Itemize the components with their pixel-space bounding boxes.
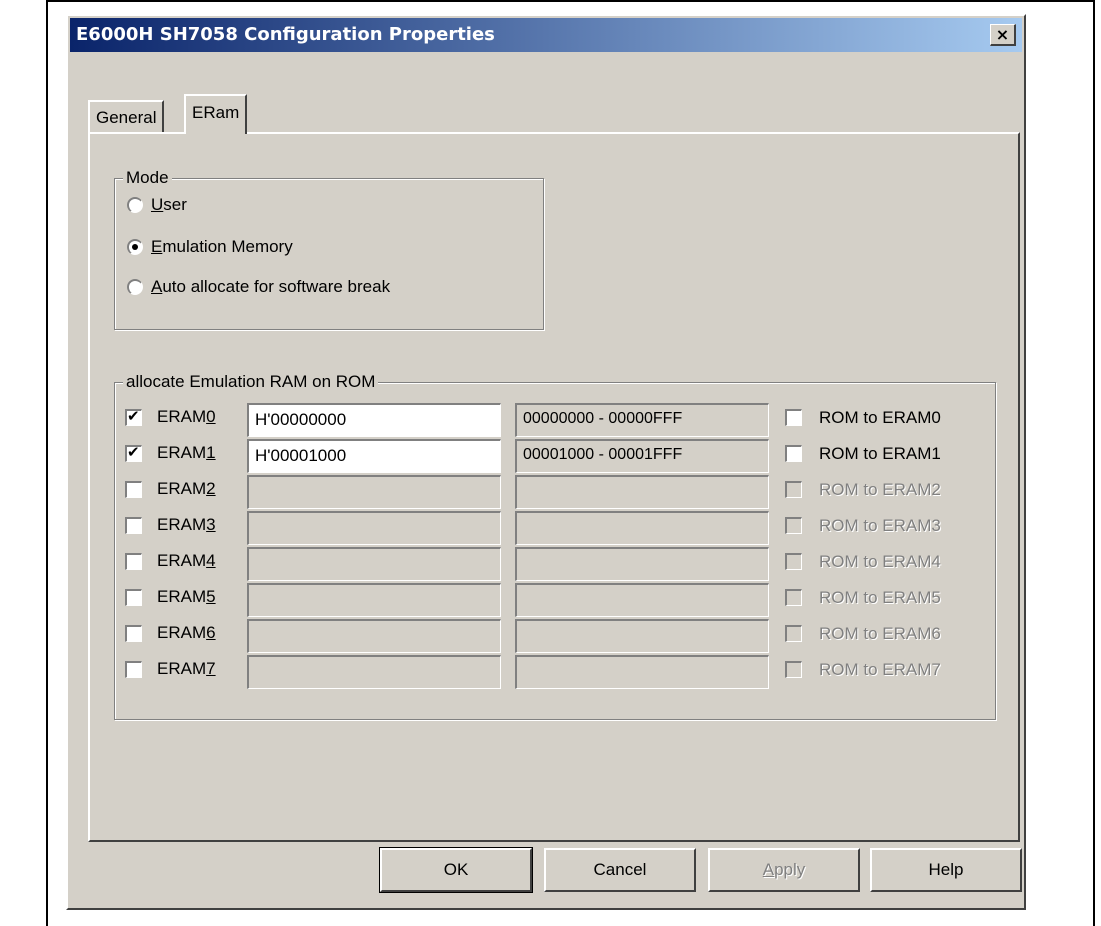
eram0-address-input[interactable]: H'00000000	[247, 403, 501, 437]
radio-emulation-memory-label: Emulation Memory	[151, 237, 293, 256]
ok-button-label: OK	[443, 860, 469, 879]
radio-emulation-memory-button[interactable]	[127, 239, 143, 255]
tab-general-label: General	[96, 108, 157, 127]
radio-auto-allocate[interactable]: Auto allocate for software break	[127, 277, 390, 297]
eram3-range-field	[515, 511, 769, 545]
title-bar: E6000H SH7058 Configuration Properties ×	[70, 18, 1022, 52]
eram-row-3: ERAM3 ROM to ERAM3	[125, 511, 1005, 545]
tab-general[interactable]: General	[88, 100, 165, 132]
eram4-range-field	[515, 547, 769, 581]
eram-row-7: ERAM7 ROM to ERAM7	[125, 655, 1005, 689]
eram5-range-field	[515, 583, 769, 617]
rom-to-eram3-checkbox	[785, 517, 802, 534]
eram5-checkbox[interactable]	[125, 589, 142, 606]
eram-group: allocate Emulation RAM on ROM ERAM0 H'00…	[114, 372, 996, 720]
eram3-label: ERAM3	[157, 515, 216, 534]
radio-auto-allocate-button[interactable]	[127, 279, 143, 295]
eram6-label: ERAM6	[157, 623, 216, 642]
rom-to-eram0-checkbox[interactable]	[785, 409, 802, 426]
rom-to-eram4-checkbox	[785, 553, 802, 570]
eram6-address-input	[247, 619, 501, 653]
eram0-label: ERAM0	[157, 407, 216, 426]
eram2-label: ERAM2	[157, 479, 216, 498]
rom-to-eram6-label: ROM to ERAM6	[819, 624, 941, 643]
eram2-address-input	[247, 475, 501, 509]
eram-tab-panel: Mode User Emulation Memory Auto allocate…	[88, 132, 1020, 842]
tab-eram-label: ERam	[192, 103, 240, 122]
rom-to-eram7-label: ROM to ERAM7	[819, 660, 941, 679]
eram1-checkbox[interactable]	[125, 443, 142, 462]
apply-button-label: Apply	[762, 860, 806, 879]
radio-emulation-memory[interactable]: Emulation Memory	[127, 237, 293, 257]
eram1-range-field: 00001000 - 00001FFF	[515, 439, 769, 473]
eram5-address-input	[247, 583, 501, 617]
eram6-checkbox[interactable]	[125, 625, 142, 642]
rom-to-eram7-checkbox	[785, 661, 802, 678]
radio-user-button[interactable]	[127, 197, 143, 213]
cancel-button[interactable]: Cancel	[544, 848, 696, 892]
rom-to-eram1-checkbox[interactable]	[785, 445, 802, 462]
eram-row-0: ERAM0 H'00000000 00000000 - 00000FFF ROM…	[125, 403, 1005, 437]
eram3-checkbox[interactable]	[125, 517, 142, 534]
eram5-label: ERAM5	[157, 587, 216, 606]
radio-user-label: User	[151, 195, 187, 214]
close-button[interactable]: ×	[990, 24, 1016, 46]
rom-to-eram2-checkbox	[785, 481, 802, 498]
properties-dialog: E6000H SH7058 Configuration Properties ×…	[66, 14, 1026, 910]
mode-group: Mode User Emulation Memory Auto allocate…	[114, 168, 544, 330]
rom-to-eram6-checkbox	[785, 625, 802, 642]
eram7-label: ERAM7	[157, 659, 216, 678]
help-button[interactable]: Help	[870, 848, 1022, 892]
eram7-address-input	[247, 655, 501, 689]
close-icon: ×	[995, 25, 1010, 44]
help-button-label: Help	[928, 860, 964, 879]
ok-button[interactable]: OK	[379, 847, 533, 893]
eram4-label: ERAM4	[157, 551, 216, 570]
page-border-top	[46, 0, 1095, 2]
page-border-right	[1093, 0, 1095, 926]
tab-eram[interactable]: ERam	[184, 94, 248, 134]
eram-row-4: ERAM4 ROM to ERAM4	[125, 547, 1005, 581]
eram-row-2: ERAM2 ROM to ERAM2	[125, 475, 1005, 509]
cancel-button-label: Cancel	[593, 860, 647, 879]
eram-group-legend: allocate Emulation RAM on ROM	[123, 372, 379, 392]
eram0-checkbox[interactable]	[125, 407, 142, 426]
radio-auto-allocate-label: Auto allocate for software break	[151, 277, 391, 296]
eram2-checkbox[interactable]	[125, 481, 142, 498]
eram0-range-field: 00000000 - 00000FFF	[515, 403, 769, 437]
radio-user[interactable]: User	[127, 195, 187, 215]
window-title: E6000H SH7058 Configuration Properties	[76, 24, 495, 45]
eram1-label: ERAM1	[157, 443, 216, 462]
eram7-checkbox[interactable]	[125, 661, 142, 678]
rom-to-eram2-label: ROM to ERAM2	[819, 480, 941, 499]
eram4-checkbox[interactable]	[125, 553, 142, 570]
mode-group-legend: Mode	[123, 168, 172, 188]
eram-row-5: ERAM5 ROM to ERAM5	[125, 583, 1005, 617]
rom-to-eram1-label: ROM to ERAM1	[819, 444, 941, 463]
page-border-left	[46, 0, 48, 926]
rom-to-eram0-label: ROM to ERAM0	[819, 408, 941, 427]
rom-to-eram5-label: ROM to ERAM5	[819, 588, 941, 607]
rom-to-eram4-label: ROM to ERAM4	[819, 552, 941, 571]
eram-row-1: ERAM1 H'00001000 00001000 - 00001FFF ROM…	[125, 439, 1005, 473]
eram6-range-field	[515, 619, 769, 653]
eram-row-6: ERAM6 ROM to ERAM6	[125, 619, 1005, 653]
eram3-address-input	[247, 511, 501, 545]
eram7-range-field	[515, 655, 769, 689]
eram2-range-field	[515, 475, 769, 509]
rom-to-eram5-checkbox	[785, 589, 802, 606]
eram1-address-input[interactable]: H'00001000	[247, 439, 501, 473]
rom-to-eram3-label: ROM to ERAM3	[819, 516, 941, 535]
eram4-address-input	[247, 547, 501, 581]
apply-button: Apply	[708, 848, 860, 892]
